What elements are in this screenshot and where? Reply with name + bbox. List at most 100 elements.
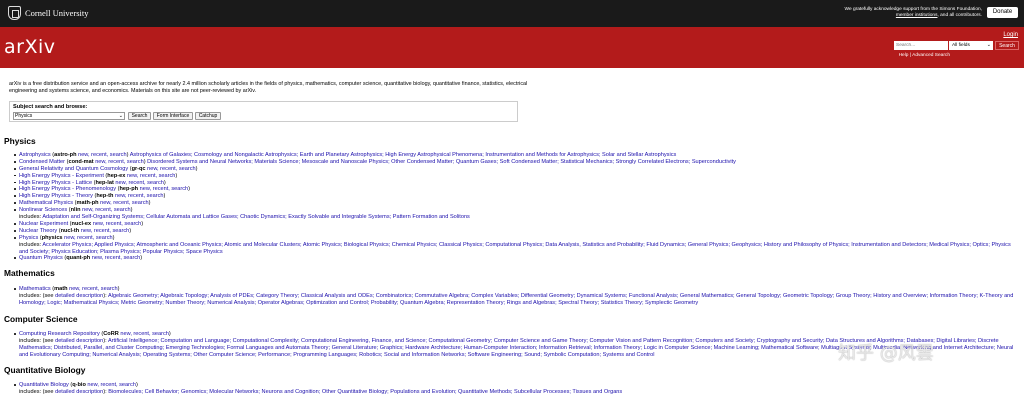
archive-link[interactable]: Nuclear Theory — [19, 228, 57, 234]
physics-includes: includes: Accelerator Physics; Applied P… — [19, 242, 1019, 256]
list-item: Quantum Physics (quant-ph new, recent, s… — [14, 255, 1019, 262]
includes-prefix: includes: (see — [19, 388, 56, 395]
archive-code: quant-ph — [66, 255, 91, 262]
search-button[interactable]: Search — [995, 41, 1019, 50]
archive-actions[interactable]: new, recent, search — [93, 221, 142, 227]
watermark: 知乎 @风雲 — [838, 343, 934, 364]
member-institutions-link[interactable]: member institutions — [896, 13, 938, 18]
archive-link[interactable]: High Energy Physics - Experiment — [19, 173, 104, 179]
physics-list: Astrophysics (astro-ph new, recent, sear… — [14, 152, 1019, 262]
archive-link[interactable]: High Energy Physics - Phenomenology — [19, 186, 116, 192]
includes-prefix: includes: (see — [19, 337, 56, 344]
list-item: High Energy Physics - Phenomenology (hep… — [14, 186, 1019, 193]
subcategory-links[interactable]: Biomolecules; Cell Behavior; Genomics; M… — [108, 389, 622, 395]
section-mathematics: Mathematics — [4, 268, 55, 278]
qbio-list: Quantitative Biology (q-bio new, recent,… — [14, 382, 1019, 396]
list-item: Mathematics (math new, recent, search) — [14, 286, 1019, 293]
archive-actions[interactable]: new, recent, search — [147, 166, 196, 172]
list-item: General Relativity and Quantum Cosmology… — [14, 166, 1019, 173]
search-input[interactable] — [894, 41, 948, 50]
archive-link[interactable]: High Energy Physics - Lattice — [19, 180, 92, 186]
archive-actions[interactable]: new, recent, search — [69, 286, 118, 292]
archive-link[interactable]: Astrophysics — [19, 152, 51, 158]
list-item: Astrophysics (astro-ph new, recent, sear… — [14, 152, 1019, 159]
donate-button[interactable]: Donate — [987, 7, 1018, 18]
list-item: High Energy Physics - Lattice (hep-lat n… — [14, 179, 1019, 187]
archive-code: math — [54, 286, 68, 292]
chevron-down-icon: ⌄ — [986, 42, 991, 48]
archive-code: nlin — [70, 207, 81, 214]
cornell-link[interactable]: Cornell University — [25, 8, 89, 19]
top-bar: Cornell University We gratefully acknowl… — [0, 0, 1024, 27]
detailed-description-link[interactable]: detailed description — [55, 389, 103, 395]
subcategory-links[interactable]: Disordered Systems and Neural Networks; … — [147, 159, 736, 165]
cornell-seal-icon[interactable] — [8, 6, 21, 20]
archive-actions[interactable]: new, recent, search — [127, 173, 176, 179]
subcategory-links[interactable]: Algebraic Geometry; Algebraic Topology; … — [19, 293, 1013, 306]
archive-code: q-bio — [72, 382, 86, 388]
advanced-search-link[interactable]: Advanced Search — [912, 53, 950, 58]
catchup-button[interactable]: Catchup — [195, 112, 221, 120]
ack-line2: , and all contributors. — [937, 13, 982, 19]
archive-code: physics — [41, 234, 63, 241]
includes-prefix: includes: (see — [19, 292, 56, 299]
form-interface-button[interactable]: Form Interface — [153, 112, 193, 120]
archive-code: nucl-ex — [71, 220, 92, 227]
header-bar: arXiv Login All fields ⌄ Search Help | A… — [0, 27, 1024, 68]
archive-code: hep-th — [96, 193, 114, 200]
login-link[interactable]: Login — [1003, 32, 1018, 40]
subject-select[interactable]: Physics ⌄ — [13, 112, 125, 120]
arxiv-logo[interactable]: arXiv — [4, 36, 56, 60]
archive-actions[interactable]: new, recent, search — [95, 159, 144, 165]
subcategory-links[interactable]: Adaptation and Self-Organizing Systems; … — [42, 214, 470, 220]
section-quantitative-biology: Quantitative Biology — [4, 365, 86, 375]
section-physics: Physics — [4, 136, 36, 146]
list-item: Computing Research Repository (CoRR new,… — [14, 331, 1019, 338]
archive-actions[interactable]: new, recent, search — [78, 152, 127, 158]
acknowledgement: We gratefully acknowledge support from t… — [845, 7, 983, 19]
archive-link[interactable]: High Energy Physics - Theory — [19, 193, 93, 199]
archive-link[interactable]: General Relativity and Quantum Cosmology — [19, 166, 128, 172]
includes-label: includes: — [19, 241, 43, 248]
archive-code: cond-mat — [68, 158, 94, 165]
archive-code: nucl-th — [60, 227, 80, 234]
archive-link[interactable]: Mathematical Physics — [19, 200, 73, 206]
archive-actions[interactable]: new, recent, search — [115, 180, 164, 186]
search-form: All fields ⌄ Search — [894, 41, 1020, 51]
includes-label: includes: — [19, 214, 43, 221]
subject-select-value: Physics — [15, 113, 33, 119]
archive-actions[interactable]: new, recent, search — [140, 186, 189, 192]
archive-link[interactable]: Condensed Matter — [19, 159, 65, 165]
list-item: Quantitative Biology (q-bio new, recent,… — [14, 382, 1019, 389]
archive-actions[interactable]: new, recent, search — [92, 255, 141, 261]
archive-link[interactable]: Quantum Physics — [19, 255, 63, 261]
archive-actions[interactable]: new, recent, search — [81, 228, 130, 234]
archive-actions[interactable]: new, recent, search — [87, 382, 136, 388]
archive-code: math-ph — [76, 200, 99, 207]
list-item: Nuclear Experiment (nucl-ex new, recent,… — [14, 220, 1019, 228]
archive-code: hep-lat — [95, 179, 114, 186]
archive-link[interactable]: Computing Research Repository — [19, 331, 100, 337]
archive-actions[interactable]: new, recent, search — [82, 207, 131, 213]
subject-search-box: Subject search and browse: Physics ⌄ Sea… — [9, 101, 518, 122]
archive-link[interactable]: Nonlinear Sciences — [19, 207, 67, 213]
detailed-description-link[interactable]: detailed description — [55, 293, 103, 299]
subcategory-links[interactable]: Astrophysics of Galaxies; Cosmology and … — [130, 152, 677, 158]
archive-code: hep-ph — [119, 186, 139, 193]
archive-actions[interactable]: new, recent, search — [120, 331, 169, 337]
archive-link[interactable]: Physics — [19, 235, 38, 241]
archive-actions[interactable]: new, recent, search — [115, 193, 164, 199]
archive-link[interactable]: Mathematics — [19, 286, 51, 292]
archive-code: astro-ph — [54, 152, 77, 158]
archive-actions[interactable]: new, recent, search — [100, 200, 149, 206]
help-link[interactable]: Help — [899, 53, 909, 58]
archive-link[interactable]: Nuclear Experiment — [19, 221, 68, 227]
archive-actions[interactable]: new, recent, search — [64, 235, 113, 241]
subcategory-links[interactable]: Accelerator Physics; Applied Physics; At… — [19, 242, 1011, 255]
search-field-select[interactable]: All fields ⌄ — [949, 41, 993, 50]
archive-link[interactable]: Quantitative Biology — [19, 382, 69, 388]
list-item: High Energy Physics - Experiment (hep-ex… — [14, 173, 1019, 180]
math-list: Mathematics (math new, recent, search) i… — [14, 286, 1019, 307]
detailed-description-link[interactable]: detailed description — [55, 338, 103, 344]
subject-search-button[interactable]: Search — [128, 112, 151, 120]
